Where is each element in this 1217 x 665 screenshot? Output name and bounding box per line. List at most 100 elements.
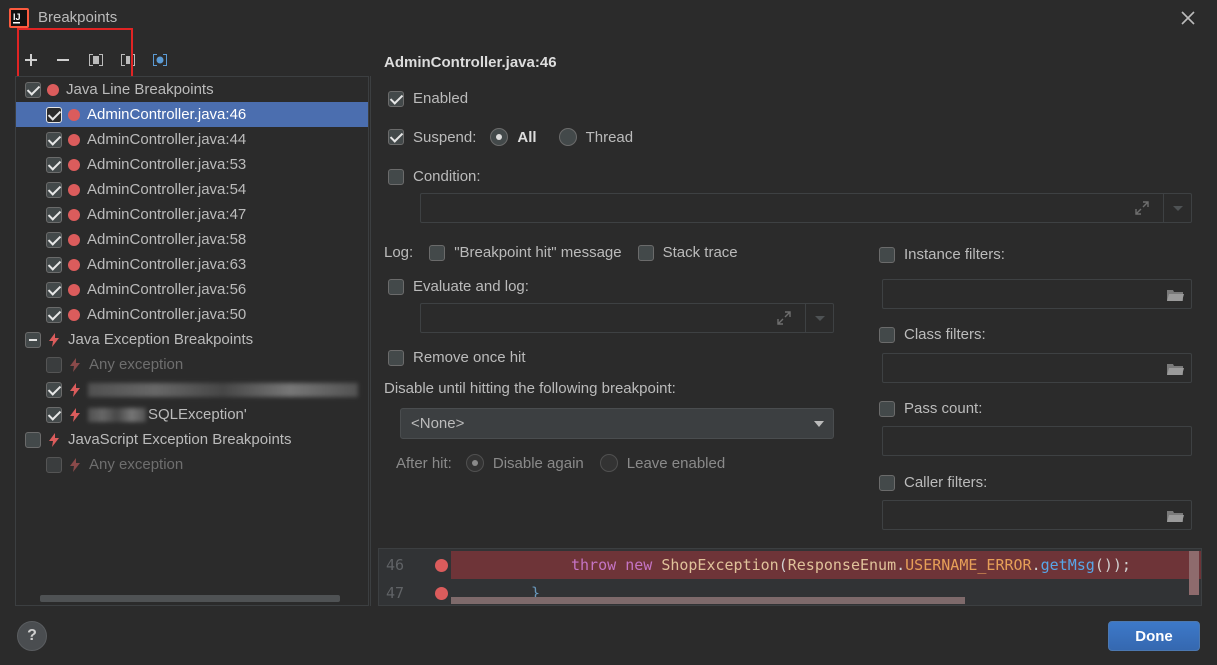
tree-item-breakpoint[interactable]: AdminController.java:53: [16, 152, 368, 177]
condition-dropdown-arrow[interactable]: [1173, 206, 1183, 211]
line-number: 47: [386, 584, 405, 602]
close-icon[interactable]: [1178, 8, 1198, 28]
group-by-package-button[interactable]: [84, 48, 108, 72]
breakpoint-dot-icon[interactable]: [435, 587, 448, 600]
tree-item-breakpoint[interactable]: AdminController.java:58: [16, 227, 368, 252]
item-checkbox[interactable]: [46, 106, 62, 123]
stack-trace-label: Stack trace: [662, 244, 738, 261]
suspend-all-radio[interactable]: [490, 128, 509, 146]
title-bar: IJ Breakpoints: [0, 0, 1217, 36]
breakpoint-dot-icon: [68, 283, 80, 296]
window-title: Breakpoints: [38, 9, 118, 26]
expand-icon[interactable]: [1134, 200, 1150, 216]
tree-item-exception[interactable]: Any exception: [16, 352, 368, 377]
suspend-checkbox[interactable]: [388, 129, 404, 145]
tree-item-exception[interactable]: Any exception: [16, 452, 368, 477]
item-checkbox[interactable]: [46, 256, 62, 273]
item-checkbox[interactable]: [46, 231, 62, 248]
checkbox[interactable]: [879, 326, 895, 343]
group-java-exception-breakpoints[interactable]: Java Exception Breakpoints: [16, 327, 368, 352]
tree-item-breakpoint[interactable]: AdminController.java:56: [16, 277, 368, 302]
class-filters-input[interactable]: [882, 353, 1192, 383]
caller-filters-label: Caller filters:: [904, 474, 988, 491]
evaluate-dropdown-arrow[interactable]: [815, 316, 825, 321]
splitter[interactable]: [370, 76, 371, 606]
caller-filters-checkbox[interactable]: Caller filters:: [879, 474, 987, 491]
tree-item-breakpoint[interactable]: AdminController.java:50: [16, 302, 368, 327]
folder-icon[interactable]: [1166, 288, 1184, 302]
group-java-line-breakpoints[interactable]: Java Line Breakpoints: [16, 77, 368, 102]
tree-item-exception[interactable]: SQLException': [16, 402, 368, 427]
item-label: AdminController.java:47: [87, 206, 247, 223]
pass-count-input[interactable]: [882, 426, 1192, 456]
item-checkbox[interactable]: [46, 456, 62, 473]
checkbox[interactable]: [388, 168, 404, 185]
tree-item-breakpoint[interactable]: AdminController.java:44: [16, 127, 368, 152]
tree-horizontal-scrollbar[interactable]: [40, 595, 340, 602]
item-checkbox[interactable]: [46, 381, 62, 398]
remove-once-hit-checkbox[interactable]: Remove once hit: [388, 349, 526, 366]
evaluate-log-input[interactable]: [420, 303, 834, 333]
instance-filters-checkbox[interactable]: Instance filters:: [879, 246, 1005, 263]
code-horizontal-scrollbar[interactable]: [451, 597, 965, 604]
remove-breakpoint-button[interactable]: [51, 48, 75, 72]
tree-item-exception[interactable]: [16, 377, 368, 402]
item-checkbox[interactable]: [46, 281, 62, 298]
folder-icon[interactable]: [1166, 509, 1184, 523]
checkbox[interactable]: [879, 400, 895, 417]
condition-input[interactable]: [420, 193, 1192, 223]
leave-enabled-radio[interactable]: [599, 454, 618, 472]
caller-filters-input[interactable]: [882, 500, 1192, 530]
done-button[interactable]: Done: [1108, 621, 1200, 651]
disable-again-radio[interactable]: [465, 454, 484, 472]
item-checkbox[interactable]: [46, 181, 62, 198]
tree-item-breakpoint[interactable]: AdminController.java:54: [16, 177, 368, 202]
group-checkbox[interactable]: [25, 431, 41, 448]
condition-checkbox[interactable]: Condition:: [388, 168, 481, 185]
item-checkbox[interactable]: [46, 406, 62, 423]
instance-filters-input[interactable]: [882, 279, 1192, 309]
item-label: AdminController.java:54: [87, 181, 247, 198]
exception-bolt-icon: [49, 432, 59, 447]
item-checkbox[interactable]: [46, 206, 62, 223]
breakpoint-dot-icon: [47, 83, 59, 96]
help-button[interactable]: ?: [17, 621, 47, 651]
breakpoints-tree[interactable]: Java Line Breakpoints AdminController.ja…: [15, 76, 369, 606]
breakpoint-hit-message-checkbox[interactable]: [429, 244, 446, 261]
expand-icon[interactable]: [776, 310, 792, 326]
group-checkbox[interactable]: [25, 81, 41, 98]
tree-item-breakpoint[interactable]: AdminController.java:63: [16, 252, 368, 277]
punct: ());: [1094, 556, 1131, 574]
group-by-class-button[interactable]: [148, 48, 172, 72]
pass-count-checkbox[interactable]: Pass count:: [879, 400, 982, 417]
group-checkbox[interactable]: [25, 331, 41, 348]
item-label: Any exception: [89, 456, 184, 473]
tree-item-breakpoint[interactable]: AdminController.java:47: [16, 202, 368, 227]
disable-until-select[interactable]: <None>: [400, 408, 834, 439]
group-javascript-exception-breakpoints[interactable]: JavaScript Exception Breakpoints: [16, 427, 368, 452]
code-vertical-scrollbar[interactable]: [1189, 551, 1199, 595]
checkbox[interactable]: [388, 349, 404, 366]
exception-bolt-icon: [70, 457, 80, 472]
suspend-thread-label: Thread: [585, 128, 634, 146]
stack-trace-checkbox[interactable]: [637, 244, 654, 261]
tree-item-breakpoint[interactable]: AdminController.java:46: [16, 102, 368, 127]
exception-bolt-icon: [70, 357, 80, 372]
folder-icon[interactable]: [1166, 362, 1184, 376]
checkbox[interactable]: [879, 246, 895, 263]
checkbox[interactable]: [879, 474, 895, 491]
breakpoint-dot-icon[interactable]: [435, 559, 448, 572]
group-by-file-button[interactable]: [116, 48, 140, 72]
suspend-thread-radio[interactable]: [558, 128, 577, 146]
checkbox[interactable]: [388, 278, 404, 295]
item-checkbox[interactable]: [46, 156, 62, 173]
condition-label: Condition:: [413, 168, 481, 185]
item-checkbox[interactable]: [46, 356, 62, 373]
item-checkbox[interactable]: [46, 131, 62, 148]
checkbox[interactable]: [388, 90, 404, 107]
enabled-checkbox[interactable]: Enabled: [388, 90, 468, 107]
class-filters-checkbox[interactable]: Class filters:: [879, 326, 986, 343]
add-breakpoint-button[interactable]: [19, 48, 43, 72]
item-checkbox[interactable]: [46, 306, 62, 323]
evaluate-log-checkbox[interactable]: Evaluate and log:: [388, 278, 529, 295]
